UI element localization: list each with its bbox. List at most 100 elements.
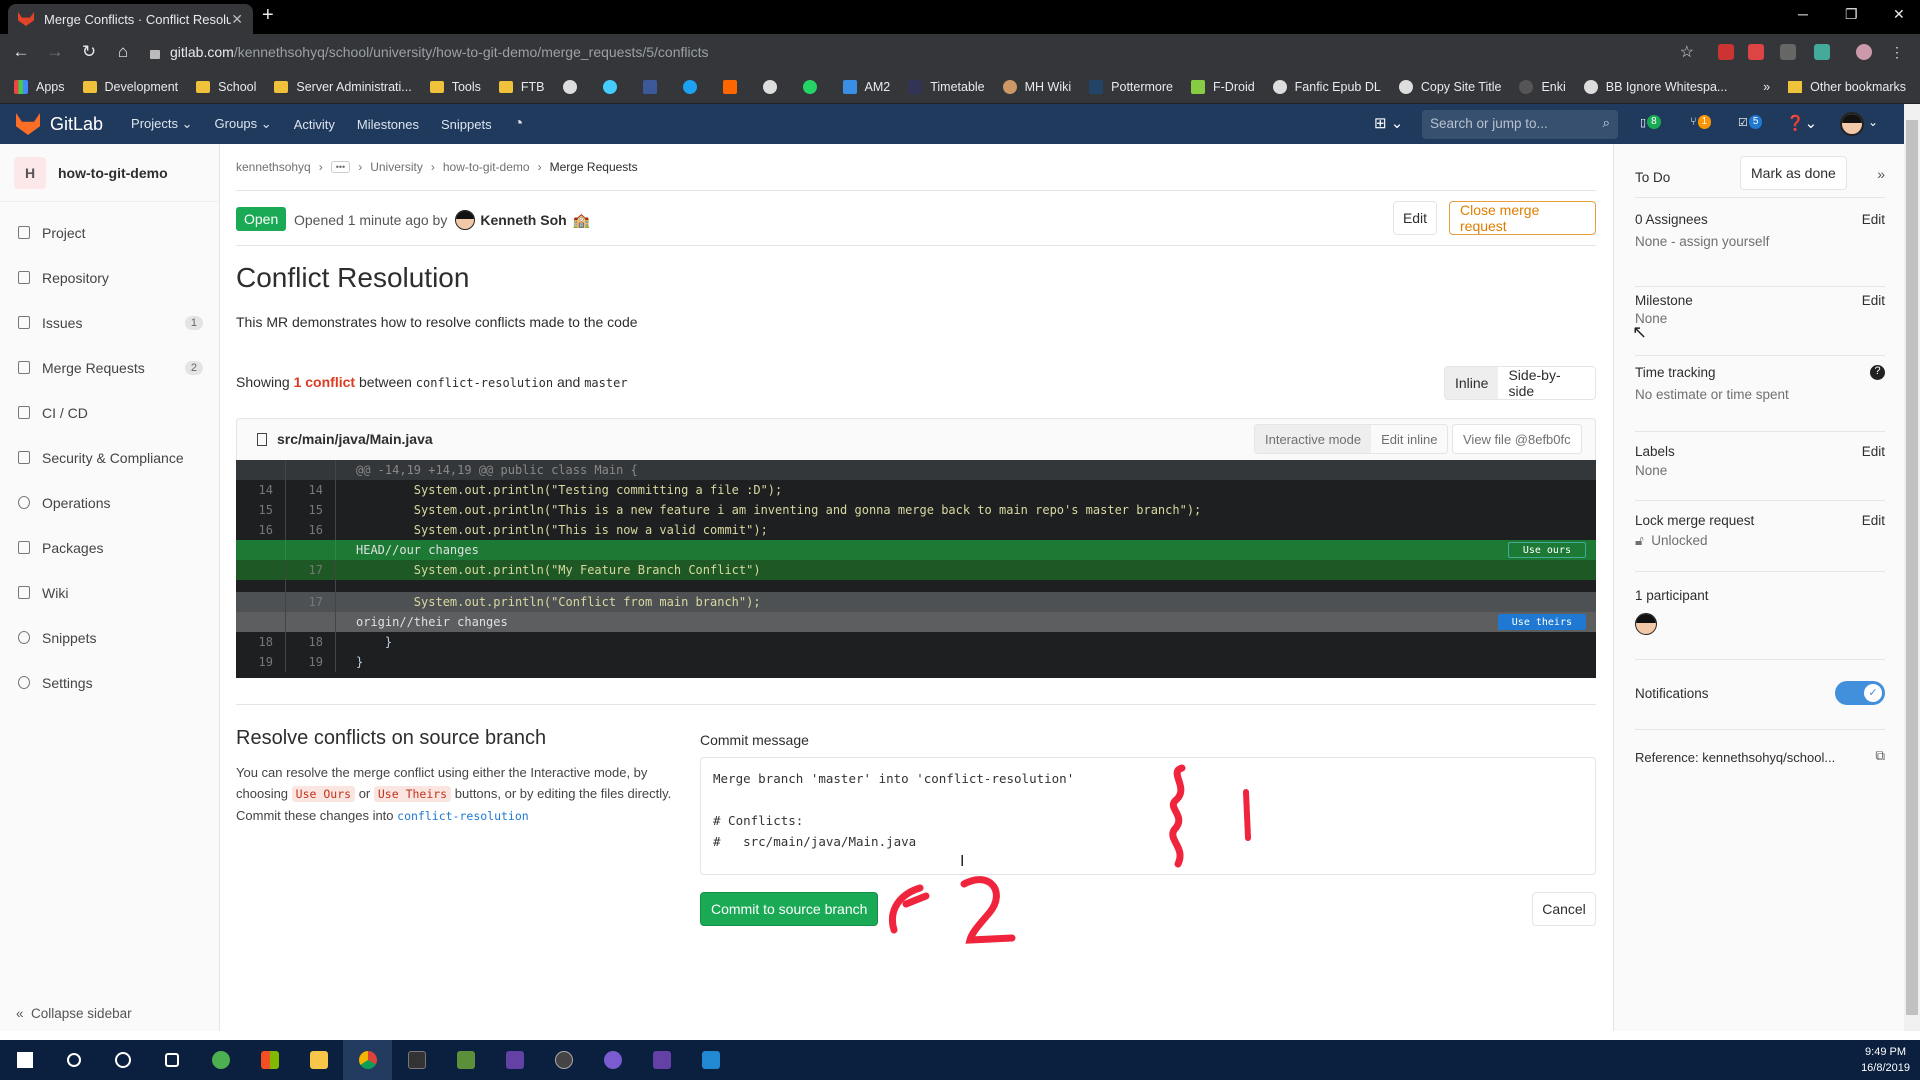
nav-groups[interactable]: Groups ⌄	[215, 116, 272, 132]
notifications-toggle[interactable]: ✓	[1835, 681, 1885, 705]
restore-button[interactable]: ❐	[1845, 6, 1858, 23]
bookmark-icon-only[interactable]	[802, 79, 825, 94]
taskbar-app[interactable]	[490, 1040, 539, 1080]
breadcrumb-current[interactable]: Merge Requests	[550, 160, 638, 174]
collapse-sidebar-chevron-icon[interactable]: »	[1877, 166, 1885, 182]
breadcrumb-ellipsis-button[interactable]: •••	[330, 161, 351, 173]
sidebar-item-wiki[interactable]: Wiki	[0, 570, 219, 615]
reload-button[interactable]: ↻	[76, 42, 102, 62]
dashboard-gauge-icon[interactable]: ◔	[514, 115, 524, 133]
back-button[interactable]: ←	[8, 42, 34, 62]
nav-activity[interactable]: Activity	[294, 117, 335, 132]
more-bookmarks-chevron-icon[interactable]: »	[1763, 80, 1770, 94]
taskbar-app[interactable]	[539, 1040, 588, 1080]
sidebar-item-cicd[interactable]: CI / CD	[0, 390, 219, 435]
taskbar-app[interactable]	[441, 1040, 490, 1080]
bookmark-icon-only[interactable]	[762, 79, 785, 94]
extension-icon[interactable]	[1748, 44, 1764, 60]
bookmark-star-icon[interactable]: ☆	[1680, 42, 1694, 62]
commit-message-textarea[interactable]	[700, 757, 1596, 875]
bookmark-pottermore[interactable]: Pottermore	[1089, 79, 1173, 94]
todos-badge[interactable]: ☑ 5	[1738, 115, 1763, 129]
close-window-button[interactable]: ✕	[1893, 6, 1905, 23]
task-view-button[interactable]	[147, 1040, 196, 1080]
cortana-button[interactable]	[98, 1040, 147, 1080]
bookmark-timetable[interactable]: Timetable	[908, 79, 985, 94]
participant-avatar[interactable]	[1635, 613, 1657, 635]
chevron-down-icon[interactable]: ⌄	[1868, 115, 1878, 129]
edit-inline-button[interactable]: Edit inline	[1371, 425, 1447, 453]
taskbar-app[interactable]	[294, 1040, 343, 1080]
bookmark-enki[interactable]: Enki	[1519, 79, 1566, 94]
sidebar-item-issues[interactable]: Issues 1	[0, 300, 219, 345]
bookmark-folder[interactable]: Server Administrati...	[274, 80, 412, 94]
project-header[interactable]: Hhow-to-git-demo	[0, 144, 219, 202]
bookmark-icon-only[interactable]	[602, 79, 625, 94]
new-tab-button[interactable]: +	[262, 4, 274, 27]
collapse-sidebar-button[interactable]: « Collapse sidebar	[16, 1006, 132, 1021]
profile-avatar[interactable]	[1856, 44, 1872, 60]
sidebar-item-snippets[interactable]: Snippets	[0, 615, 219, 660]
extension-icon[interactable]	[1780, 44, 1796, 60]
edit-mr-button[interactable]: Edit	[1393, 201, 1437, 235]
extension-icon[interactable]	[1718, 44, 1734, 60]
help-icon[interactable]: ?	[1870, 365, 1885, 380]
edit-milestone-link[interactable]: Edit	[1862, 293, 1885, 308]
issues-badge[interactable]: ▯ 8	[1640, 115, 1661, 129]
author-avatar[interactable]	[455, 210, 476, 230]
page-scrollbar[interactable]	[1904, 104, 1920, 1031]
bookmark-mhwiki[interactable]: MH Wiki	[1002, 79, 1071, 94]
system-clock[interactable]: 9:49 PM 16/8/2019	[1861, 1044, 1910, 1076]
copy-reference-icon[interactable]: ⧉	[1875, 748, 1885, 764]
taskbar-app[interactable]	[588, 1040, 637, 1080]
taskbar-app[interactable]	[637, 1040, 686, 1080]
bookmark-fanfic[interactable]: Fanfic Epub DL	[1272, 79, 1381, 94]
close-tab-icon[interactable]: ✕	[231, 11, 243, 28]
interactive-mode-button[interactable]: Interactive mode	[1255, 425, 1372, 453]
new-item-plus-icon[interactable]: ⊞ ⌄	[1374, 114, 1403, 132]
nav-snippets[interactable]: Snippets	[441, 117, 492, 132]
scrollbar-thumb[interactable]	[1906, 120, 1918, 1015]
use-theirs-button[interactable]: Use theirs	[1497, 614, 1586, 630]
nav-milestones[interactable]: Milestones	[357, 117, 419, 132]
sidebar-item-packages[interactable]: Packages	[0, 525, 219, 570]
edit-labels-link[interactable]: Edit	[1862, 444, 1885, 459]
author-name[interactable]: Kenneth Soh	[480, 212, 566, 228]
breadcrumb-group[interactable]: University	[370, 160, 423, 174]
close-mr-button[interactable]: Close merge request	[1449, 201, 1596, 235]
taskbar-app-chrome[interactable]	[343, 1040, 392, 1080]
sidebar-item-operations[interactable]: Operations	[0, 480, 219, 525]
bookmark-icon-only[interactable]	[642, 79, 665, 94]
home-button[interactable]: ⌂	[110, 42, 136, 62]
sidebar-item-project[interactable]: Project	[0, 210, 219, 255]
search-input[interactable]: Search or jump to... ⌕	[1422, 110, 1618, 139]
use-ours-button[interactable]: Use ours	[1507, 542, 1586, 558]
other-bookmarks[interactable]: » Other bookmarks	[1763, 70, 1906, 104]
menu-icon[interactable]: ⋮	[1890, 44, 1906, 60]
taskbar-app[interactable]	[392, 1040, 441, 1080]
bookmark-apps[interactable]: Apps	[14, 79, 65, 94]
nav-projects[interactable]: Projects ⌄	[131, 116, 192, 132]
breadcrumb-project[interactable]: how-to-git-demo	[443, 160, 530, 174]
help-icon[interactable]: ❓⌄	[1786, 114, 1817, 132]
gitlab-logo[interactable]: GitLab	[16, 113, 103, 135]
taskbar-app[interactable]	[245, 1040, 294, 1080]
bookmark-icon-only[interactable]	[682, 79, 705, 94]
merge-requests-badge[interactable]: ⑂ 1	[1690, 115, 1712, 129]
cancel-button[interactable]: Cancel	[1532, 892, 1596, 926]
extension-icon[interactable]	[1814, 44, 1830, 60]
bookmark-folder[interactable]: Development	[82, 80, 178, 94]
commit-to-source-branch-button[interactable]: Commit to source branch	[700, 892, 879, 926]
bookmark-folder[interactable]: Tools	[429, 80, 481, 94]
assign-yourself-link[interactable]: None - assign yourself	[1635, 234, 1885, 249]
minimize-button[interactable]: ─	[1798, 6, 1808, 22]
bookmark-am2[interactable]: AM2	[842, 79, 890, 94]
edit-lock-link[interactable]: Edit	[1862, 513, 1885, 528]
breadcrumb-user[interactable]: kennethsohyq	[236, 160, 311, 174]
forward-button[interactable]: →	[42, 42, 68, 62]
sidebar-item-security[interactable]: Security & Compliance	[0, 435, 219, 480]
user-avatar[interactable]	[1840, 112, 1864, 136]
bookmark-folder[interactable]: School	[196, 80, 256, 94]
taskbar-app[interactable]	[686, 1040, 735, 1080]
sidebar-item-repository[interactable]: Repository	[0, 255, 219, 300]
